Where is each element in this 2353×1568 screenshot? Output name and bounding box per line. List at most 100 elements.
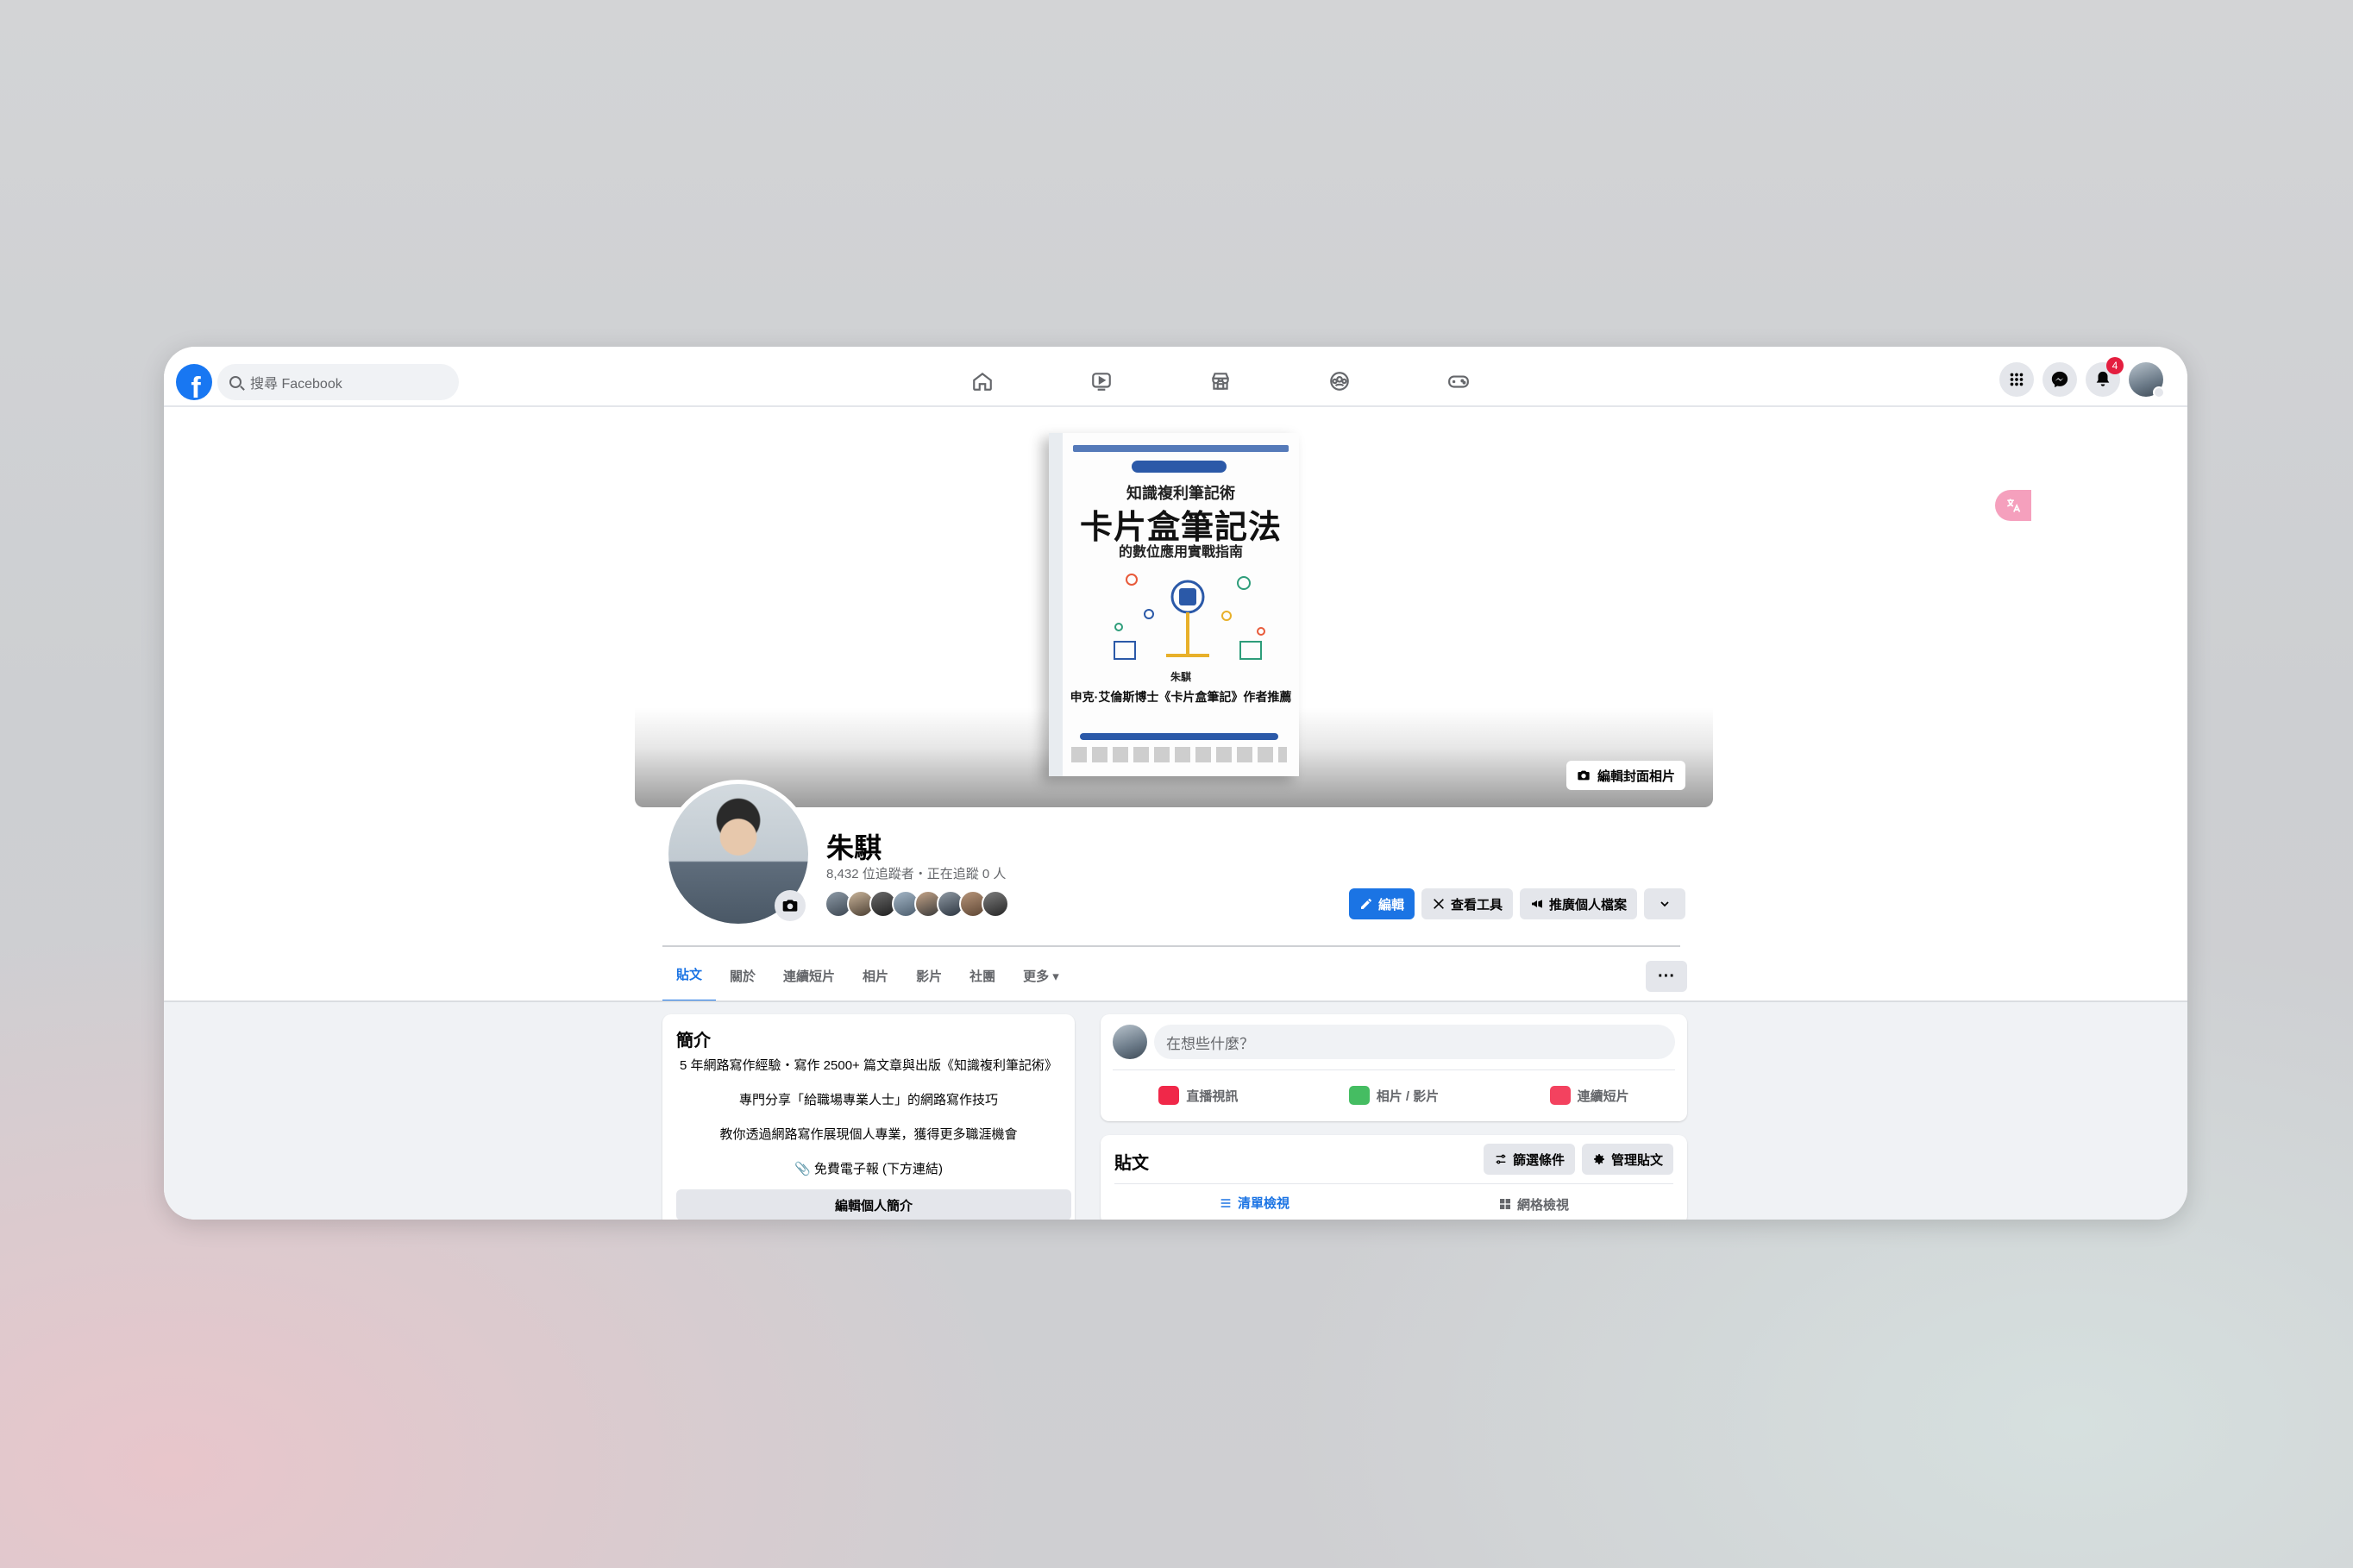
home-icon[interactable]: [923, 364, 1042, 398]
book-pill: [1132, 461, 1227, 473]
book-subtitle-2: 的數位應用實戰指南: [1118, 545, 1243, 560]
intro-card: 簡介 5 年網路寫作經驗・寫作 2500+ 篇文章與出版《知識複利筆記術》 專門…: [662, 1014, 1075, 1220]
filter-button[interactable]: 篩選條件: [1483, 1144, 1575, 1175]
main-nav: [923, 364, 1518, 398]
tab-photos[interactable]: 相片: [849, 949, 902, 1002]
filter-icon: [1496, 1154, 1506, 1164]
intro-line: 專門分享「給職場專業人士」的網路寫作技巧: [738, 1093, 998, 1107]
facebook-logo[interactable]: f: [176, 364, 212, 400]
book-author: 朱騏: [1170, 671, 1191, 683]
live-video-button[interactable]: 直播視訊: [1101, 1075, 1296, 1116]
follower-stats[interactable]: 8,432 位追蹤者・正在追蹤 0 人: [826, 864, 1006, 882]
book-band: [1080, 733, 1278, 740]
view-tools-button[interactable]: 查看工具: [1421, 888, 1514, 919]
gear-icon: [1593, 1154, 1604, 1164]
notification-badge: 4: [2106, 357, 2124, 374]
intro-line: 📎 免費電子報 (下方連結): [794, 1162, 943, 1176]
messenger-icon[interactable]: [2042, 362, 2077, 397]
promote-profile-label: 推廣個人檔案: [1549, 897, 1628, 913]
composer-avatar[interactable]: [1113, 1025, 1147, 1059]
composer-input[interactable]: 在想些什麼？: [1154, 1025, 1675, 1059]
tab-groups[interactable]: 社團: [956, 949, 1009, 1002]
intro-title: 簡介: [676, 1032, 711, 1051]
edit-cover-photo-button[interactable]: 編輯封面相片: [1566, 761, 1685, 790]
posts-card: 貼文 篩選條件 管理貼文 清單檢視 網格檢視: [1101, 1135, 1687, 1220]
profile-tabs: 貼文 關於 連續短片 相片 影片 社團 更多 ▾: [662, 949, 1073, 1002]
manage-posts-button[interactable]: 管理貼文: [1581, 1144, 1673, 1175]
list-view-label: 清單檢視: [1237, 1196, 1289, 1211]
gaming-icon[interactable]: [1399, 364, 1518, 398]
live-video-icon: [1158, 1086, 1180, 1105]
tab-more[interactable]: 更多 ▾: [1009, 949, 1073, 1002]
book-cover-image: 知識複利筆記術 卡片盒筆記法 的數位應用實戰指南 朱騏 申克·艾倫斯博士《卡片盒…: [1049, 433, 1299, 776]
pencil-icon: [1361, 899, 1371, 909]
reel-button[interactable]: 連續短片: [1491, 1075, 1687, 1116]
top-navigation-bar: f 搜尋 Facebook 4: [164, 347, 2187, 407]
posts-divider: [1114, 1183, 1673, 1184]
search-placeholder: 搜尋 Facebook: [250, 377, 342, 392]
filter-label: 篩選條件: [1512, 1152, 1565, 1168]
profile-name: 朱騏: [826, 832, 882, 863]
intro-line: 教你透過網路寫作展現個人專業，獲得更多職涯機會: [719, 1127, 1018, 1142]
follower-avatar[interactable]: [982, 890, 1009, 918]
post-composer: 在想些什麼？ 直播視訊 相片 / 影片 連續短片: [1101, 1014, 1687, 1121]
profile-divider: [662, 945, 1680, 947]
posts-title: 貼文: [1114, 1154, 1149, 1173]
intro-line: 5 年網路寫作經驗・寫作 2500+ 篇文章與出版《知識複利筆記術》: [680, 1058, 1057, 1073]
cover-photo: 知識複利筆記術 卡片盒筆記法 的數位應用實戰指南 朱騏 申克·艾倫斯博士《卡片盒…: [635, 409, 1713, 807]
book-endorsements: [1071, 747, 1287, 762]
grid-view-tab[interactable]: 網格檢視: [1394, 1185, 1673, 1220]
photo-video-button[interactable]: 相片 / 影片: [1296, 1075, 1492, 1116]
tab-videos[interactable]: 影片: [902, 949, 956, 1002]
update-profile-picture-button[interactable]: [775, 890, 806, 921]
groups-icon[interactable]: [1280, 364, 1399, 398]
view-tools-label: 查看工具: [1451, 897, 1503, 913]
list-icon: [1220, 1198, 1231, 1207]
profile-actions: 編輯 查看工具 推廣個人檔案: [1349, 888, 1686, 919]
video-icon[interactable]: [1042, 364, 1161, 398]
translate-extension-icon[interactable]: [1995, 490, 2031, 521]
grid-icon: [1499, 1199, 1510, 1209]
photo-icon: [1348, 1086, 1370, 1105]
list-view-tab[interactable]: 清單檢視: [1114, 1185, 1394, 1220]
reel-label: 連續短片: [1577, 1088, 1629, 1104]
menu-grid-icon[interactable]: [1999, 362, 2034, 397]
book-illustration: [1114, 574, 1265, 660]
edit-bio-button[interactable]: 編輯個人簡介: [676, 1189, 1071, 1220]
camera-icon: [1578, 770, 1590, 781]
tabs-more-button[interactable]: ···: [1646, 961, 1687, 992]
chevron-down-icon: [1660, 901, 1669, 907]
manage-posts-label: 管理貼文: [1610, 1152, 1663, 1168]
posts-controls: 篩選條件 管理貼文: [1483, 1144, 1673, 1175]
photo-video-label: 相片 / 影片: [1376, 1088, 1440, 1104]
edit-profile-button[interactable]: 編輯: [1349, 888, 1415, 919]
notifications-button[interactable]: 4: [2086, 357, 2124, 397]
composer-options: 直播視訊 相片 / 影片 連續短片: [1101, 1075, 1687, 1116]
profile-more-dropdown[interactable]: [1644, 888, 1686, 919]
search-input[interactable]: 搜尋 Facebook: [217, 364, 459, 400]
tab-about[interactable]: 關於: [716, 949, 769, 1002]
account-avatar[interactable]: [2129, 362, 2165, 398]
camera-icon: [782, 900, 798, 912]
marketplace-icon[interactable]: [1161, 364, 1280, 398]
edit-cover-label: 編輯封面相片: [1597, 768, 1675, 784]
top-right-controls: 4: [1999, 357, 2165, 398]
book-blurb: 申克·艾倫斯博士《卡片盒筆記》作者推薦: [1070, 690, 1292, 704]
browser-window: f 搜尋 Facebook 4 知識複利筆記術 卡片盒筆記法 的數位應用實戰指南…: [164, 347, 2187, 1220]
live-video-label: 直播視訊: [1186, 1088, 1239, 1104]
promote-profile-button[interactable]: 推廣個人檔案: [1520, 888, 1638, 919]
edit-profile-label: 編輯: [1378, 897, 1405, 913]
search-icon: [229, 376, 242, 388]
posts-view-tabs: 清單檢視 網格檢視: [1114, 1185, 1673, 1220]
tab-reels[interactable]: 連續短片: [769, 949, 849, 1002]
follower-avatars: [825, 890, 1009, 918]
book-banner: [1073, 445, 1289, 452]
tools-icon: [1434, 899, 1444, 909]
tab-posts[interactable]: 貼文: [662, 949, 717, 1002]
composer-divider: [1113, 1069, 1675, 1070]
grid-view-label: 網格檢視: [1516, 1197, 1569, 1213]
profile-picture[interactable]: [664, 780, 813, 928]
reel-icon: [1549, 1086, 1571, 1105]
chevron-down-icon: [2153, 386, 2165, 398]
megaphone-icon: [1532, 900, 1543, 908]
